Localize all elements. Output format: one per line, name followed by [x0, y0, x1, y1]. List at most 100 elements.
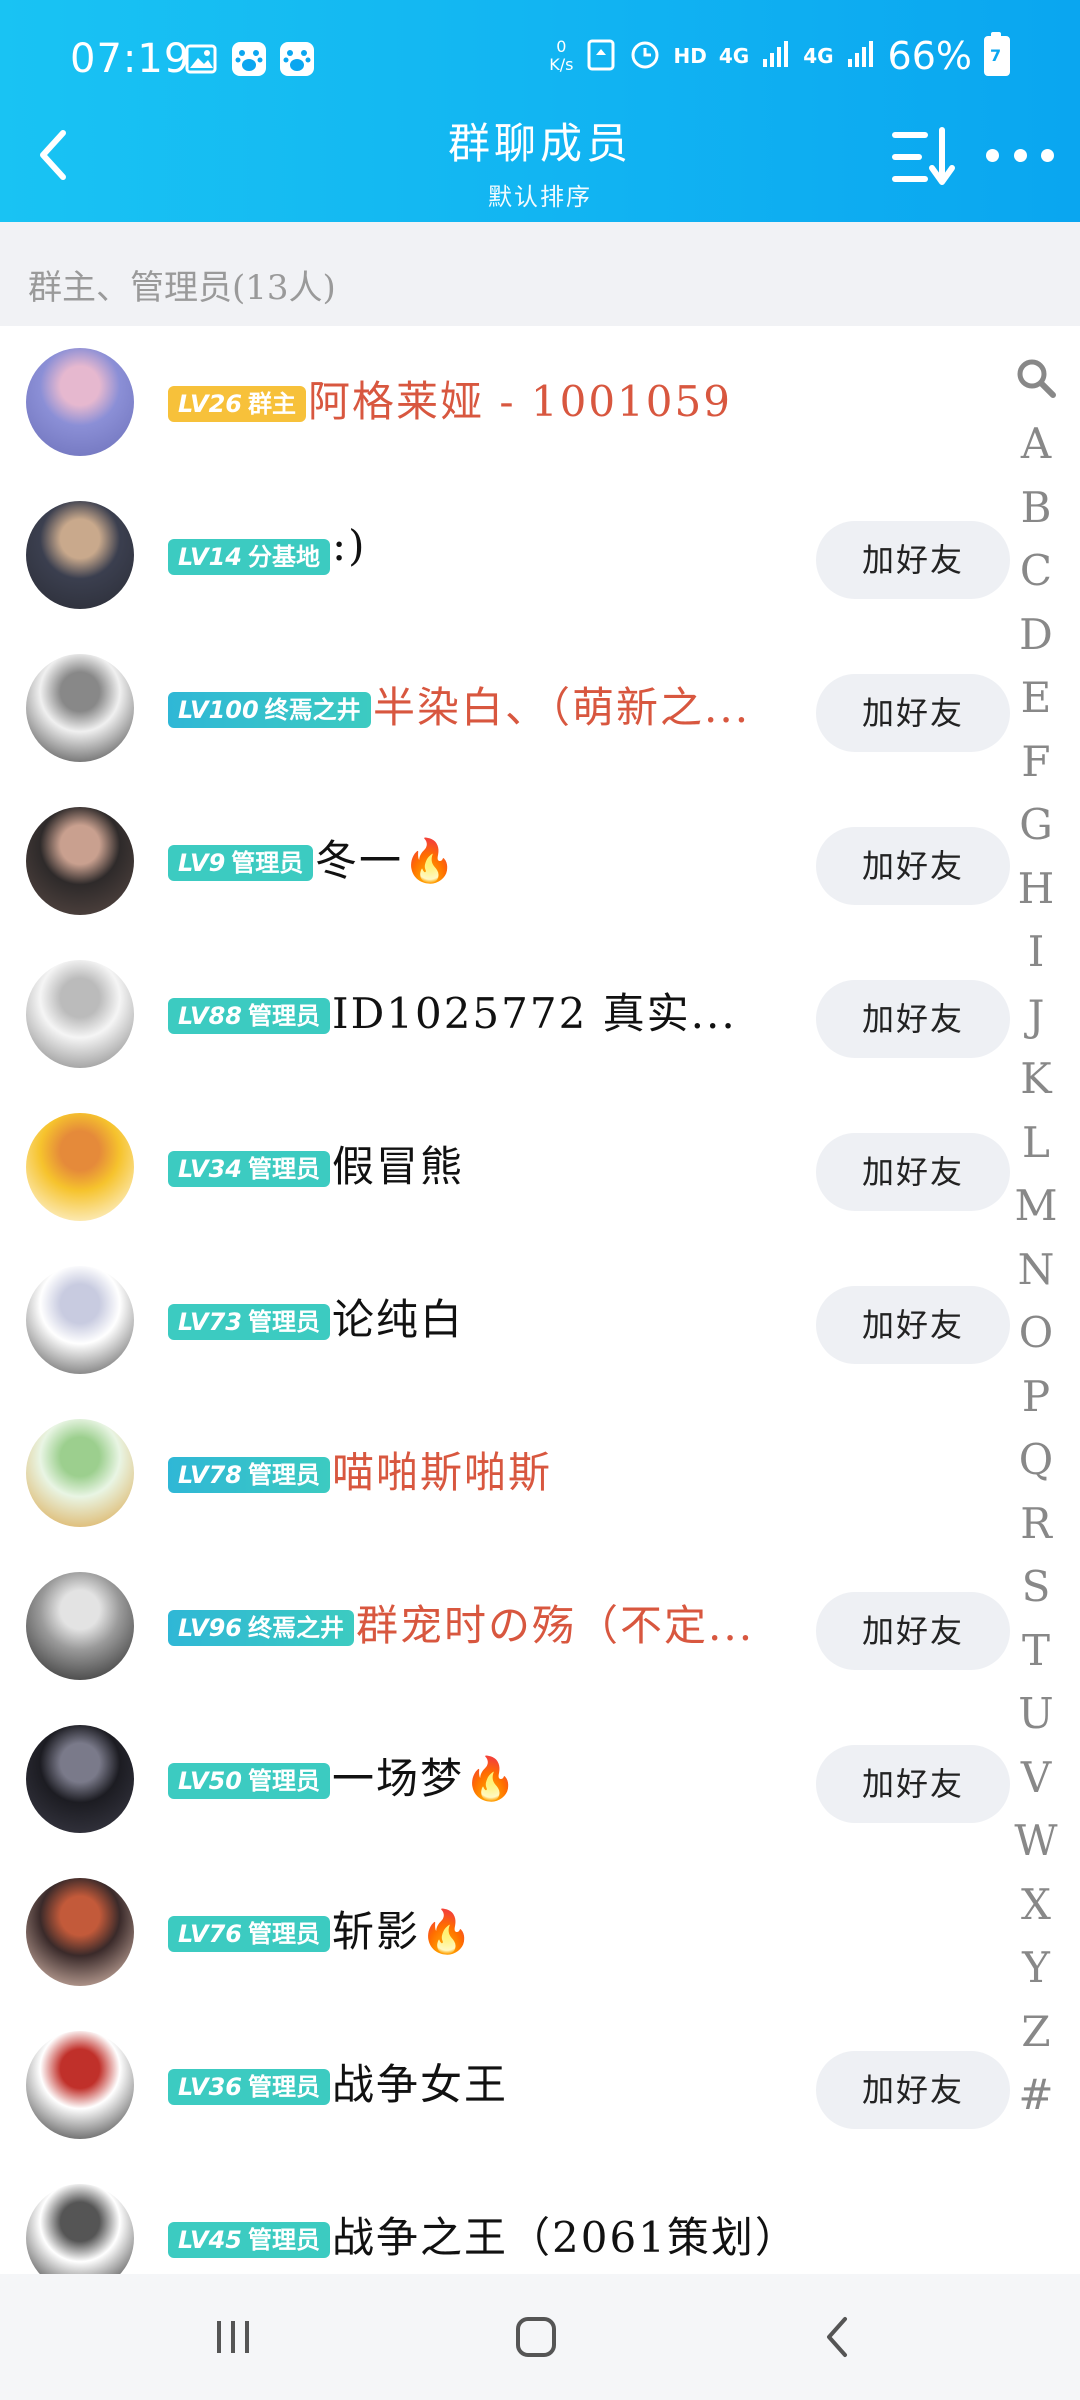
- index-letter[interactable]: M: [1010, 1174, 1062, 1238]
- status-notification-icons: [182, 40, 316, 78]
- index-letter[interactable]: T: [1010, 1619, 1062, 1683]
- member-avatar[interactable]: [26, 1572, 134, 1680]
- app-header: 07:19 0 K/s HD 4G 4G 66% 7 群聊成员 默认排序: [0, 0, 1080, 222]
- sort-icon: [892, 127, 955, 185]
- member-avatar[interactable]: [26, 1725, 134, 1833]
- level-label: LV78: [178, 1461, 242, 1489]
- level-badge: LV100 终焉之井: [168, 692, 371, 728]
- add-friend-button[interactable]: 加好友: [816, 521, 1010, 599]
- member-avatar[interactable]: [26, 1113, 134, 1221]
- signal-icon: [761, 39, 791, 73]
- index-letter[interactable]: B: [1010, 476, 1062, 540]
- more-options-button[interactable]: [986, 140, 1054, 170]
- level-badge: LV96 终焉之井: [168, 1610, 354, 1646]
- level-badge: LV78 管理员: [168, 1457, 330, 1493]
- index-letter[interactable]: H: [1010, 857, 1062, 921]
- member-row[interactable]: LV9 管理员 冬一🔥 加好友: [0, 785, 1080, 938]
- level-label: LV9: [178, 849, 226, 877]
- add-friend-button[interactable]: 加好友: [816, 1133, 1010, 1211]
- index-letter[interactable]: U: [1010, 1682, 1062, 1746]
- level-badge: LV34 管理员: [168, 1151, 330, 1187]
- level-label: LV45: [178, 2226, 242, 2254]
- member-avatar[interactable]: [26, 2031, 134, 2139]
- level-badge: LV73 管理员: [168, 1304, 330, 1340]
- index-letter[interactable]: D: [1010, 603, 1062, 667]
- index-letter[interactable]: X: [1010, 1873, 1062, 1937]
- index-letter[interactable]: Y: [1010, 1936, 1062, 2000]
- member-avatar[interactable]: [26, 1266, 134, 1374]
- index-letter[interactable]: R: [1010, 1492, 1062, 1556]
- index-letter[interactable]: J: [1010, 984, 1062, 1048]
- level-badge: LV14 分基地: [168, 539, 330, 575]
- baidu-app-icon: [278, 40, 316, 78]
- add-friend-button[interactable]: 加好友: [816, 1286, 1010, 1364]
- member-row[interactable]: LV100 终焉之井 半染白、（萌新之... 加好友: [0, 632, 1080, 785]
- add-friend-button[interactable]: 加好友: [816, 1592, 1010, 1670]
- member-row[interactable]: LV50 管理员 一场梦🔥 加好友: [0, 1703, 1080, 1856]
- index-letter[interactable]: P: [1010, 1365, 1062, 1429]
- member-avatar[interactable]: [26, 807, 134, 915]
- index-letter[interactable]: F: [1010, 730, 1062, 794]
- index-letter[interactable]: G: [1010, 793, 1062, 857]
- alphabet-index-bar[interactable]: A B C D E F G H I J K L M N O P Q R S T U V W X Y Z #: [1010, 352, 1062, 2127]
- index-letter[interactable]: I: [1010, 920, 1062, 984]
- index-letter[interactable]: L: [1010, 1111, 1062, 1175]
- recycle-icon: [586, 37, 616, 75]
- member-row[interactable]: LV26 群主 阿格莱娅 - 1001059: [0, 326, 1080, 479]
- back-icon: [827, 2317, 847, 2357]
- role-label: 群主: [247, 390, 296, 418]
- member-row[interactable]: LV76 管理员 斩影🔥: [0, 1856, 1080, 2009]
- add-friend-button[interactable]: 加好友: [816, 2051, 1010, 2129]
- member-row[interactable]: LV34 管理员 假冒熊 加好友: [0, 1091, 1080, 1244]
- index-letter[interactable]: K: [1010, 1047, 1062, 1111]
- member-avatar[interactable]: [26, 654, 134, 762]
- level-badge: LV9 管理员: [168, 845, 314, 881]
- sort-button[interactable]: [888, 124, 958, 190]
- member-row[interactable]: LV96 终焉之井 群宠时の殇（不定... 加好友: [0, 1550, 1080, 1703]
- recent-apps-button[interactable]: [193, 2304, 273, 2370]
- index-letter[interactable]: C: [1010, 539, 1062, 603]
- member-name: 战争女王: [332, 2060, 509, 2109]
- member-row[interactable]: LV14 分基地:) 加好友: [0, 479, 1080, 632]
- add-friend-button[interactable]: 加好友: [816, 674, 1010, 752]
- dot-icon: [986, 148, 999, 162]
- role-label: 管理员: [231, 849, 304, 877]
- status-system-icons: 0 K/s HD 4G 4G 66% 7: [549, 32, 1010, 78]
- index-search-icon[interactable]: [1010, 352, 1062, 404]
- member-name: ID1025772 真实...: [332, 989, 737, 1038]
- member-avatar[interactable]: [26, 501, 134, 609]
- level-label: LV88: [178, 1002, 242, 1030]
- index-letter[interactable]: A: [1010, 412, 1062, 476]
- member-avatar[interactable]: [26, 1878, 134, 1986]
- role-label: 终焉之井: [247, 1614, 344, 1642]
- index-letter[interactable]: Z: [1010, 2000, 1062, 2064]
- add-friend-button[interactable]: 加好友: [816, 827, 1010, 905]
- index-letter[interactable]: N: [1010, 1238, 1062, 1302]
- status-time: 07:19: [70, 36, 191, 82]
- index-letter[interactable]: W: [1010, 1809, 1062, 1873]
- member-avatar[interactable]: [26, 348, 134, 456]
- index-letter[interactable]: E: [1010, 666, 1062, 730]
- system-back-button[interactable]: [798, 2304, 878, 2370]
- index-letter[interactable]: #: [1010, 2063, 1062, 2127]
- member-list: LV26 群主 阿格莱娅 - 1001059 LV14 分基地:) 加好友 LV100 终焉之…: [0, 326, 1080, 2315]
- level-label: LV50: [178, 1767, 242, 1795]
- index-letter[interactable]: Q: [1010, 1428, 1062, 1492]
- level-badge: LV50 管理员: [168, 1763, 330, 1799]
- add-friend-button[interactable]: 加好友: [816, 1745, 1010, 1823]
- level-label: LV73: [178, 1308, 242, 1336]
- index-letter[interactable]: O: [1010, 1301, 1062, 1365]
- home-button[interactable]: [496, 2304, 576, 2370]
- member-avatar[interactable]: [26, 960, 134, 1068]
- index-letter[interactable]: V: [1010, 1746, 1062, 1810]
- member-row[interactable]: LV73 管理员 论纯白 加好友: [0, 1244, 1080, 1397]
- member-row[interactable]: LV78 管理员 喵啪斯啪斯: [0, 1397, 1080, 1550]
- role-label: 管理员: [247, 1155, 320, 1183]
- member-avatar[interactable]: [26, 1419, 134, 1527]
- member-row[interactable]: LV88 管理员 ID1025772 真实... 加好友: [0, 938, 1080, 1091]
- member-name: 论纯白: [332, 1295, 465, 1344]
- level-label: LV96: [178, 1614, 242, 1642]
- add-friend-button[interactable]: 加好友: [816, 980, 1010, 1058]
- index-letter[interactable]: S: [1010, 1555, 1062, 1619]
- member-row[interactable]: LV36 管理员 战争女王 加好友: [0, 2009, 1080, 2162]
